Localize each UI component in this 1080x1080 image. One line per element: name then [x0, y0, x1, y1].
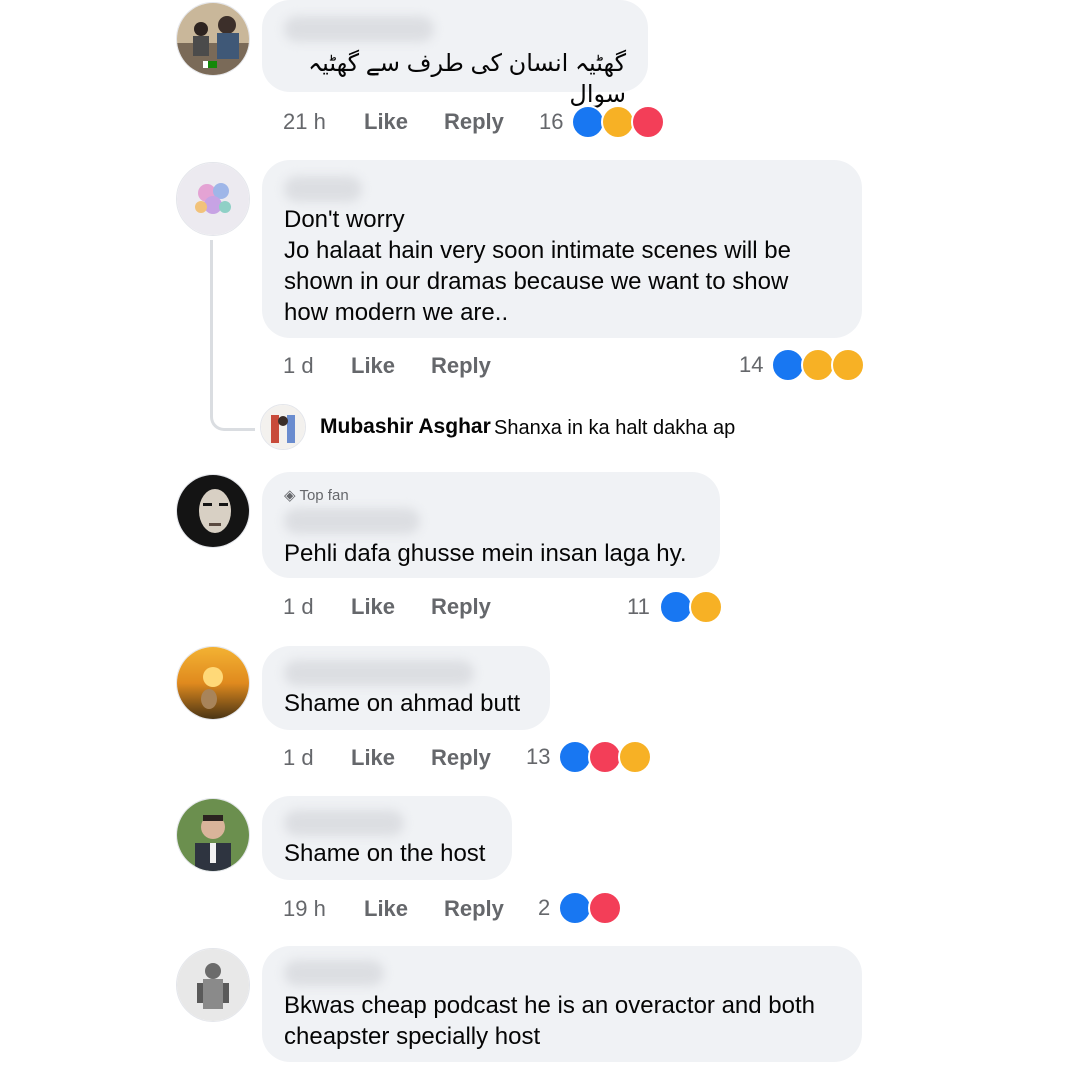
- like-button[interactable]: Like: [351, 594, 395, 620]
- comment-bubble: Shame on ahmad butt: [262, 646, 550, 730]
- like-button[interactable]: Like: [351, 745, 395, 771]
- avatar-photo: [177, 949, 249, 1021]
- like-icon: [558, 740, 592, 774]
- avatar-photo: [177, 799, 249, 871]
- love-icon: [588, 740, 622, 774]
- author-name-blurred: [284, 508, 420, 534]
- love-icon: [631, 105, 665, 139]
- comment-text: گھٹیہ انسان کی طرف سے گھٹیہ سوال: [308, 50, 626, 108]
- like-button[interactable]: Like: [364, 109, 408, 135]
- avatar[interactable]: [176, 2, 250, 76]
- comment-time[interactable]: 1 d: [283, 745, 314, 771]
- comment-text: Shame on ahmad butt: [284, 690, 521, 717]
- thread-line: [210, 240, 255, 431]
- reply-button[interactable]: Reply: [444, 896, 504, 922]
- like-icon: [558, 891, 592, 925]
- top-fan-label: Top fan: [299, 487, 349, 504]
- like-button[interactable]: Like: [364, 896, 408, 922]
- avatar[interactable]: [176, 162, 250, 236]
- reaction-count[interactable]: 13: [526, 744, 550, 770]
- comment-time[interactable]: 21 h: [283, 109, 326, 135]
- reply-button[interactable]: Reply: [431, 353, 491, 379]
- haha-icon: [689, 590, 723, 624]
- comment-bubble: ◈ Top fan Pehli dafa ghusse mein insan l…: [262, 472, 720, 578]
- avatar-photo: [177, 3, 249, 75]
- comment-time[interactable]: 1 d: [283, 594, 314, 620]
- reaction-count[interactable]: 14: [739, 352, 763, 378]
- reply-button[interactable]: Reply: [431, 594, 491, 620]
- avatar-photo: [261, 405, 305, 449]
- reply-author-name[interactable]: Mubashir Asghar: [320, 415, 491, 439]
- reaction-count[interactable]: 2: [538, 895, 550, 921]
- comment-text: Pehli dafa ghusse mein insan laga hy.: [284, 540, 687, 567]
- avatar[interactable]: [176, 798, 250, 872]
- like-icon: [771, 348, 805, 382]
- author-name-blurred: [284, 960, 384, 986]
- diamond-icon: ◈: [284, 487, 296, 504]
- comment-time[interactable]: 19 h: [283, 896, 326, 922]
- haha-icon: [801, 348, 835, 382]
- reply-button[interactable]: Reply: [431, 745, 491, 771]
- comment-bubble: Shame on the host: [262, 796, 512, 880]
- author-name-blurred: [284, 660, 474, 686]
- comment-bubble: گھٹیہ انسان کی طرف سے گھٹیہ سوال: [262, 0, 648, 108]
- author-name-blurred: [284, 176, 362, 202]
- haha-icon: [618, 740, 652, 774]
- top-fan-badge: ◈ Top fan: [284, 486, 349, 504]
- like-button[interactable]: Like: [351, 353, 395, 379]
- author-name-blurred: [284, 810, 404, 836]
- avatar[interactable]: [176, 948, 250, 1022]
- reaction-count[interactable]: 11: [627, 594, 650, 620]
- reply-text[interactable]: Shanxa in ka halt dakha ap: [494, 417, 735, 440]
- comment-text: Bkwas cheap podcast he is an overactor a…: [284, 992, 815, 1050]
- sad-icon: [831, 348, 865, 382]
- author-name-blurred: [284, 16, 434, 42]
- avatar-photo: [177, 475, 249, 547]
- avatar-photo: [177, 163, 249, 235]
- love-icon: [588, 891, 622, 925]
- avatar-photo: [177, 647, 249, 719]
- comment-text: Don't worry Jo halaat hain very soon int…: [284, 206, 791, 326]
- comment-text: Shame on the host: [284, 840, 486, 867]
- reply-avatar[interactable]: [260, 404, 306, 450]
- avatar[interactable]: [176, 646, 250, 720]
- avatar[interactable]: [176, 474, 250, 548]
- reaction-count[interactable]: 16: [539, 109, 563, 135]
- like-icon: [571, 105, 605, 139]
- comment-time[interactable]: 1 d: [283, 353, 314, 379]
- comment-bubble: Don't worry Jo halaat hain very soon int…: [262, 160, 862, 338]
- like-icon: [659, 590, 693, 624]
- haha-icon: [601, 105, 635, 139]
- comment-bubble: Bkwas cheap podcast he is an overactor a…: [262, 946, 862, 1062]
- reply-button[interactable]: Reply: [444, 109, 504, 135]
